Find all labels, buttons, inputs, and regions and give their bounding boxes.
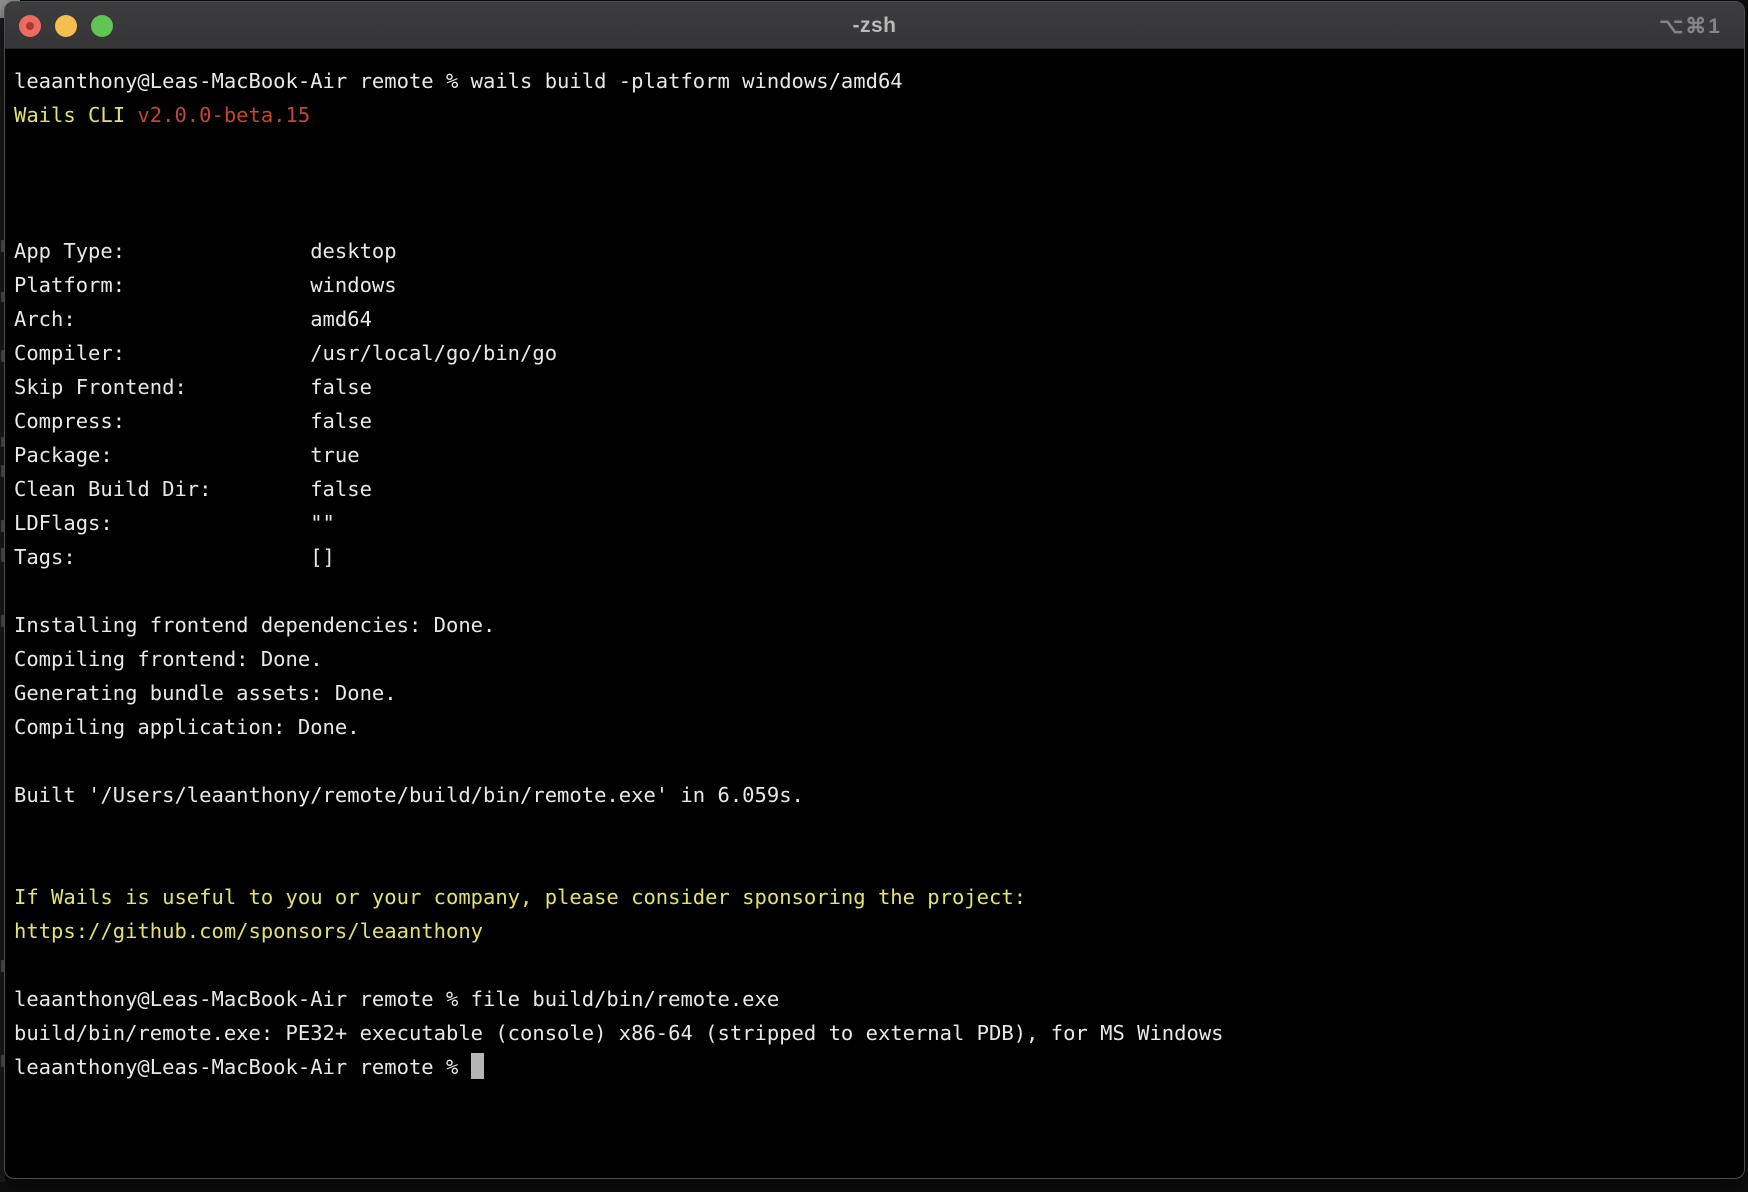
terminal-lines: leaanthony@Leas-MacBook-Air remote % wai… [14,64,1744,1084]
window-shortcut-badge: ⌥⌘1 [1659,2,1722,49]
terminal-line: Compress: false [14,404,1744,438]
terminal-line: Wails CLI v2.0.0-beta.15 [14,98,1744,132]
terminal-text-segment: Built '/Users/leaanthony/remote/build/bi… [14,783,804,807]
terminal-text-segment: Generating bundle assets: Done. [14,681,397,705]
terminal-text-segment: App Type: desktop [14,239,397,263]
terminal-cursor [471,1053,484,1079]
terminal-line: Compiling application: Done. [14,710,1744,744]
terminal-line: LDFlags: "" [14,506,1744,540]
terminal-text-segment: LDFlags: "" [14,511,335,535]
terminal-text-segment: v2.0.0-beta.15 [137,103,310,127]
terminal-line: leaanthony@Leas-MacBook-Air remote % fil… [14,982,1744,1016]
terminal-line: If Wails is useful to you or your compan… [14,880,1744,914]
terminal-text-segment: Platform: windows [14,273,397,297]
terminal-line [14,574,1744,608]
terminal-line: Installing frontend dependencies: Done. [14,608,1744,642]
terminal-line [14,948,1744,982]
terminal-line: Built '/Users/leaanthony/remote/build/bi… [14,778,1744,812]
terminal-line: https://github.com/sponsors/leaanthony [14,914,1744,948]
terminal-text-segment: Arch: amd64 [14,307,372,331]
terminal-line: Tags: [] [14,540,1744,574]
terminal-text-segment: Compiling frontend: Done. [14,647,323,671]
terminal-text-segment: build/bin/remote.exe: PE32+ executable (… [14,1021,1224,1045]
terminal-text-segment: Clean Build Dir: false [14,477,372,501]
terminal-text-segment: Skip Frontend: false [14,375,372,399]
terminal-line: Generating bundle assets: Done. [14,676,1744,710]
terminal-line [14,166,1744,200]
terminal-line [14,200,1744,234]
terminal-text-segment: leaanthony@Leas-MacBook-Air remote % fil… [14,987,779,1011]
terminal-text-segment: Tags: [] [14,545,335,569]
terminal-line [14,744,1744,778]
terminal-line: Compiler: /usr/local/go/bin/go [14,336,1744,370]
terminal-line: Platform: windows [14,268,1744,302]
terminal-line [14,812,1744,846]
terminal-line: Package: true [14,438,1744,472]
terminal-line [14,132,1744,166]
terminal-text-segment: Compiler: /usr/local/go/bin/go [14,341,557,365]
terminal-text-segment: Package: true [14,443,360,467]
terminal-screen[interactable]: leaanthony@Leas-MacBook-Air remote % wai… [5,49,1744,1084]
terminal-text-segment: If Wails is useful to you or your compan… [14,885,1026,909]
terminal-line [14,846,1744,880]
terminal-text-segment: Compiling application: Done. [14,715,360,739]
titlebar[interactable]: -zsh ⌥⌘1 [5,2,1744,49]
terminal-line: leaanthony@Leas-MacBook-Air remote % [14,1050,1744,1084]
terminal-line: Compiling frontend: Done. [14,642,1744,676]
window-title: -zsh [5,2,1744,49]
terminal-window: -zsh ⌥⌘1 leaanthony@Leas-MacBook-Air rem… [4,1,1745,1179]
terminal-line: build/bin/remote.exe: PE32+ executable (… [14,1016,1744,1050]
terminal-line: leaanthony@Leas-MacBook-Air remote % wai… [14,64,1744,98]
terminal-line: Skip Frontend: false [14,370,1744,404]
terminal-text-segment: leaanthony@Leas-MacBook-Air remote % wai… [14,69,903,93]
terminal-text-segment: https://github.com/sponsors/leaanthony [14,919,483,943]
terminal-text-segment: Compress: false [14,409,372,433]
terminal-line: Clean Build Dir: false [14,472,1744,506]
terminal-line: Arch: amd64 [14,302,1744,336]
terminal-text-segment: Installing frontend dependencies: Done. [14,613,495,637]
terminal-line: App Type: desktop [14,234,1744,268]
terminal-text-segment: Wails CLI [14,103,137,127]
terminal-text-segment: leaanthony@Leas-MacBook-Air remote % [14,1055,471,1079]
